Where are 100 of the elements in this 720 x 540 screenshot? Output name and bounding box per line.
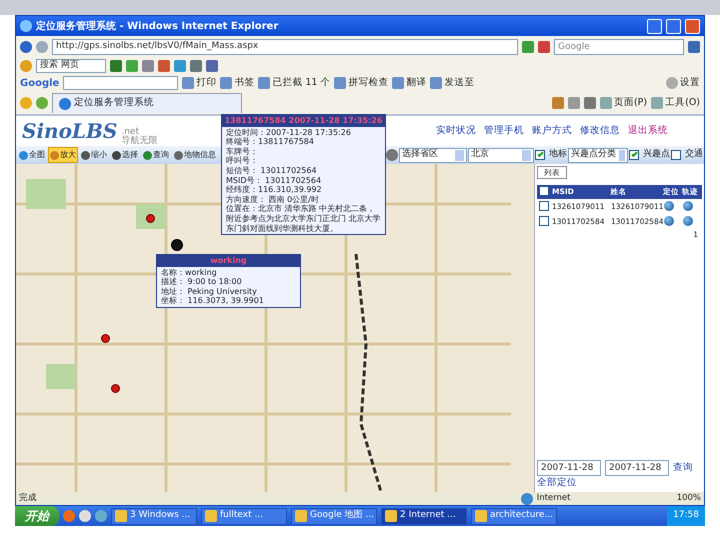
city-select[interactable]: 北京 xyxy=(468,148,534,162)
checkbox[interactable] xyxy=(629,150,639,160)
checkbox[interactable] xyxy=(539,201,549,212)
browser-tab[interactable]: 定位服务管理系统 xyxy=(52,93,242,113)
checkbox-label: 地标 xyxy=(549,148,567,162)
tool-icon xyxy=(19,150,28,160)
nav-link[interactable]: 修改信息 xyxy=(580,124,620,138)
track-icon[interactable] xyxy=(683,201,693,212)
toolbar-icon xyxy=(651,97,664,109)
toolbar-icon xyxy=(174,60,186,72)
map-tool-button[interactable]: 查询 xyxy=(141,147,171,163)
window-icon xyxy=(295,510,307,522)
taskbar-button[interactable]: 2 Internet ... xyxy=(381,508,467,524)
select-value: 北京 xyxy=(471,148,490,162)
toolbar-button[interactable]: 书签 xyxy=(220,76,254,90)
toolbar-search-field[interactable]: 搜索 网页 xyxy=(36,59,106,73)
popup-line: 名称：working xyxy=(161,268,218,278)
taskbar-button[interactable]: 3 Windows ... xyxy=(111,508,197,524)
popup-line: 终端号：13811767584 xyxy=(226,137,315,147)
map-tool-button[interactable]: 缩小 xyxy=(79,147,109,163)
toolbar-button[interactable]: 翻译 xyxy=(392,76,426,90)
quick-launch-icon xyxy=(63,510,75,522)
popup-line: 车牌号： xyxy=(226,146,259,156)
tool-icon xyxy=(112,150,121,160)
all-location-link[interactable]: 全部定位 xyxy=(537,476,702,490)
toolbar-button[interactable]: 打印 xyxy=(182,76,216,90)
select-all-checkbox[interactable] xyxy=(539,186,549,196)
map-tool-button[interactable]: 选择 xyxy=(110,147,140,163)
query-link[interactable]: 查询 xyxy=(673,460,693,475)
tool-icon xyxy=(143,150,152,160)
toolbar-icon xyxy=(334,77,346,89)
search-field[interactable]: Google xyxy=(554,39,684,55)
map-tool-button[interactable]: 放大 xyxy=(48,147,78,163)
popup-line: 坐标： 116.3073, 39.9901 xyxy=(161,296,265,306)
close-button[interactable] xyxy=(685,18,700,34)
command-button[interactable]: 工具(O) xyxy=(651,96,700,110)
popup-line: 描述： 9:00 to 18:00 xyxy=(161,277,243,287)
toolbar-button[interactable]: 已拦截 11 个 xyxy=(258,76,330,90)
google-search-field[interactable] xyxy=(63,76,178,90)
checkbox-label: 兴趣点 xyxy=(643,148,670,162)
taskbar-button[interactable]: fulltext ... xyxy=(201,508,287,524)
security-zone: Internet xyxy=(536,492,570,505)
popup-line: 呼叫号： xyxy=(226,156,259,166)
popup-line: 位置在：北京市 清华东路 中关村北二条，附近参考点为北京大学东门正北门 北京大学东门斜对面线到华测科技大厦。 xyxy=(226,204,381,234)
command-button[interactable]: 页面(P) xyxy=(600,96,648,110)
popup-line: 地址： Peking University xyxy=(161,286,258,296)
logo-suffix: .net xyxy=(121,128,139,137)
address-field[interactable]: http://gps.sinolbs.net/lbsV0/fMain_Mass.aspx xyxy=(52,39,518,55)
site-logo: SinoLBS xyxy=(22,118,118,145)
province-select[interactable]: 选择省区 xyxy=(399,148,467,162)
toolbar-icon xyxy=(392,77,404,89)
nav-link[interactable]: 管理手机 xyxy=(484,124,524,138)
popup-title: 13811767584 2007-11-28 17:35:26 xyxy=(222,115,385,127)
tool-icon xyxy=(81,150,90,160)
popup-title: working xyxy=(157,255,300,267)
select-value: 兴趣点分类 xyxy=(571,148,616,162)
toolbar-icon xyxy=(600,97,612,109)
popup-line: 方向速度： 西南 0公里/时 xyxy=(226,194,320,204)
window-icon xyxy=(205,510,217,522)
nav-link[interactable]: 账户方式 xyxy=(532,124,572,138)
locate-icon[interactable] xyxy=(664,201,674,212)
nav-link[interactable]: 退出系统 xyxy=(628,124,668,138)
popup-line: 经纬度：116.310,39.992 xyxy=(226,185,323,195)
locate-icon[interactable] xyxy=(664,216,674,226)
window-title: 定位服务管理系统 - Windows Internet Explorer xyxy=(36,19,280,34)
poi-category-select[interactable]: 兴趣点分类 xyxy=(568,148,628,162)
checkbox-label: 交通 xyxy=(685,148,703,162)
taskbar-button[interactable]: Google 地图 ... xyxy=(291,508,377,524)
google-logo: Google xyxy=(20,76,60,90)
checkbox[interactable] xyxy=(671,150,681,160)
popup-line: MSID号： 13011702564 xyxy=(226,176,322,185)
toolbar-icon xyxy=(126,60,138,72)
toolbar-icon xyxy=(190,60,202,72)
tool-icon xyxy=(50,150,59,160)
vehicle-marker-icon[interactable] xyxy=(171,239,183,251)
map-pin-icon[interactable] xyxy=(111,384,120,393)
map-tool-button[interactable]: 全图 xyxy=(17,147,47,163)
nav-link[interactable]: 实时状况 xyxy=(436,124,476,138)
checkbox[interactable] xyxy=(539,216,549,226)
maximize-button[interactable] xyxy=(666,18,681,34)
map-pin-icon[interactable] xyxy=(101,334,110,343)
minimize-button[interactable] xyxy=(647,18,662,34)
popup-line: 定位时间：2007-11-28 17:35:26 xyxy=(226,128,352,138)
select-value: 选择省区 xyxy=(402,148,439,162)
settings-button[interactable]: 设置 xyxy=(666,76,700,90)
track-icon[interactable] xyxy=(683,216,693,226)
date-field[interactable]: 2007-11-28 xyxy=(605,460,669,476)
toolbar-icon xyxy=(182,77,194,89)
toolbar-button[interactable]: 发送至 xyxy=(430,76,474,90)
toolbar-icon xyxy=(258,77,270,89)
checkbox[interactable] xyxy=(535,150,545,160)
taskbar-button[interactable]: architecture... xyxy=(471,508,557,524)
quick-launch-icon xyxy=(95,510,107,522)
status-text: 完成 xyxy=(19,492,38,505)
zoom-level[interactable]: 100% xyxy=(676,492,701,505)
map-tool-button[interactable]: 地物信息 xyxy=(172,147,218,163)
toolbar-icon xyxy=(142,60,154,72)
date-field[interactable]: 2007-11-28 xyxy=(537,460,601,476)
toolbar-icon xyxy=(220,77,232,89)
toolbar-button[interactable]: 拼写检查 xyxy=(334,76,388,90)
